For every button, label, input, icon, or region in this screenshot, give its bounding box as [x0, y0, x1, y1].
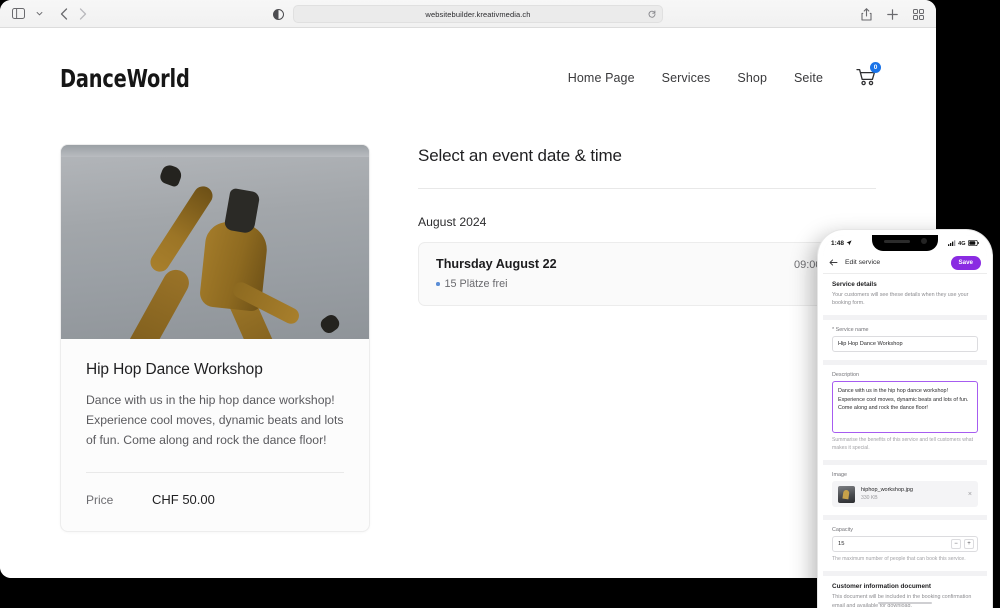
slot-date: Thursday August 22	[436, 257, 557, 271]
home-indicator	[878, 601, 932, 604]
image-file-name: hiphop_workshop.jpg	[861, 487, 913, 494]
nav-item-services[interactable]: Services	[662, 71, 711, 85]
dancer-hand-right	[318, 312, 343, 336]
share-icon[interactable]	[861, 7, 872, 21]
description-textarea[interactable]: Dance with us in the hip hop dance works…	[832, 381, 978, 434]
booking-month-label: August 2024	[418, 215, 487, 229]
image-label: Image	[832, 472, 847, 479]
cart-button[interactable]: 0	[856, 61, 881, 91]
website-viewport: DanceWorld Home Page Services Shop Seite…	[0, 28, 936, 578]
dynamic-island	[872, 235, 938, 251]
dancer-leg-left	[120, 265, 194, 339]
service-details-section: Service details Your customers will see …	[823, 274, 987, 316]
price-value: CHF 50.00	[152, 492, 215, 508]
site-header: DanceWorld Home Page Services Shop Seite…	[0, 28, 936, 106]
reader-view-icon[interactable]	[273, 8, 284, 20]
customer-document-heading: Customer information document	[832, 583, 932, 591]
status-indicators: 4G	[947, 239, 979, 248]
divider	[418, 188, 876, 189]
signal-bars-icon	[947, 239, 956, 248]
phone-screen: 1:48 4G Edit service Save Service detail…	[823, 235, 987, 608]
availability-dot-icon	[436, 282, 440, 286]
status-time-group: 1:48	[831, 239, 852, 248]
back-arrow-icon[interactable]	[60, 7, 68, 20]
phone-mockup: 1:48 4G Edit service Save Service detail…	[818, 230, 992, 608]
location-arrow-icon	[846, 239, 852, 248]
speaker-pill	[884, 240, 910, 243]
cart-count-badge: 0	[870, 61, 881, 73]
service-details-subtext: Your customers will see these details wh…	[832, 292, 969, 307]
description-section: Description Dance with us in the hip hop…	[823, 365, 987, 461]
service-name-input[interactable]: Hip Hop Dance Workshop	[832, 336, 978, 353]
capacity-help-text: The maximum number of people that can bo…	[832, 555, 966, 562]
capacity-stepper[interactable]: 15 − +	[832, 536, 978, 553]
forward-arrow-icon[interactable]	[79, 7, 87, 20]
sidebar-toggle-icon[interactable]	[12, 8, 25, 19]
booking-slot-card[interactable]: Thursday August 22 09:00 - 11:00 15 Plät…	[418, 242, 876, 306]
site-main: Hip Hop Dance Workshop Dance with us in …	[0, 106, 936, 533]
close-icon[interactable]: ×	[968, 491, 972, 498]
capacity-increment-button[interactable]: +	[964, 539, 974, 550]
address-bar[interactable]: websitebuilder.kreativmedia.ch	[293, 5, 663, 23]
nav-item-seite[interactable]: Seite	[794, 71, 823, 85]
status-time: 1:48	[831, 240, 845, 247]
browser-toolbar: websitebuilder.kreativmedia.ch	[0, 0, 936, 28]
capacity-label: Capacity	[832, 527, 853, 534]
front-camera-icon	[921, 238, 927, 244]
image-file-size: 330 KB	[861, 494, 878, 501]
image-file-row[interactable]: hiphop_workshop.jpg 330 KB ×	[832, 481, 978, 508]
site-nav: Home Page Services Shop Seite 0	[568, 61, 881, 91]
capacity-decrement-button[interactable]: −	[951, 539, 961, 550]
slot-availability: 15 Plätze frei	[444, 278, 508, 290]
battery-icon	[967, 239, 979, 248]
product-description: Dance with us in the hip hop dance works…	[86, 393, 344, 447]
phone-status-bar: 1:48 4G	[823, 235, 987, 252]
nav-item-home-page[interactable]: Home Page	[568, 71, 635, 85]
horizon-line	[61, 145, 369, 157]
url-text: websitebuilder.kreativmedia.ch	[425, 9, 531, 19]
browser-window: websitebuilder.kreativmedia.ch DanceWorl…	[0, 0, 936, 578]
capacity-section: Capacity 15 − + The maximum number of pe…	[823, 520, 987, 572]
reload-icon[interactable]	[648, 5, 656, 23]
image-thumbnail	[838, 485, 855, 503]
network-type: 4G	[958, 240, 966, 247]
back-arrow-icon[interactable]	[829, 254, 838, 272]
phone-content[interactable]: Service details Your customers will see …	[823, 274, 987, 608]
price-label: Price	[86, 493, 114, 508]
site-logo[interactable]: DanceWorld	[60, 64, 190, 93]
image-section: Image hiphop_workshop.jpg 330 KB ×	[823, 465, 987, 516]
shopping-cart-icon	[856, 68, 876, 90]
product-image	[61, 145, 369, 339]
description-help-text: Summarise the benefits of this service a…	[832, 436, 973, 451]
product-card: Hip Hop Dance Workshop Dance with us in …	[60, 144, 370, 533]
description-label: Description	[832, 372, 859, 379]
product-title: Hip Hop Dance Workshop	[86, 361, 263, 378]
dancer-hand-upper	[158, 163, 184, 189]
phone-app-bar: Edit service Save	[823, 252, 987, 274]
tab-overview-icon[interactable]	[913, 8, 924, 20]
service-details-heading: Service details	[832, 281, 877, 288]
app-bar-title: Edit service	[845, 259, 881, 266]
nav-item-shop[interactable]: Shop	[737, 71, 767, 85]
booking-title: Select an event date & time	[418, 146, 622, 165]
capacity-value[interactable]: 15	[838, 541, 948, 547]
chevron-down-icon[interactable]	[36, 11, 43, 16]
service-name-section: * Service name Hip Hop Dance Workshop	[823, 320, 987, 361]
dancer-head	[223, 187, 261, 234]
product-body: Hip Hop Dance Workshop Dance with us in …	[61, 339, 369, 531]
booking-panel: Select an event date & time August 2024 …	[418, 144, 876, 532]
product-price-row: Price CHF 50.00	[86, 473, 344, 507]
save-button[interactable]: Save	[950, 255, 981, 270]
service-name-label: * Service name	[832, 327, 869, 334]
plus-icon[interactable]	[887, 8, 898, 20]
